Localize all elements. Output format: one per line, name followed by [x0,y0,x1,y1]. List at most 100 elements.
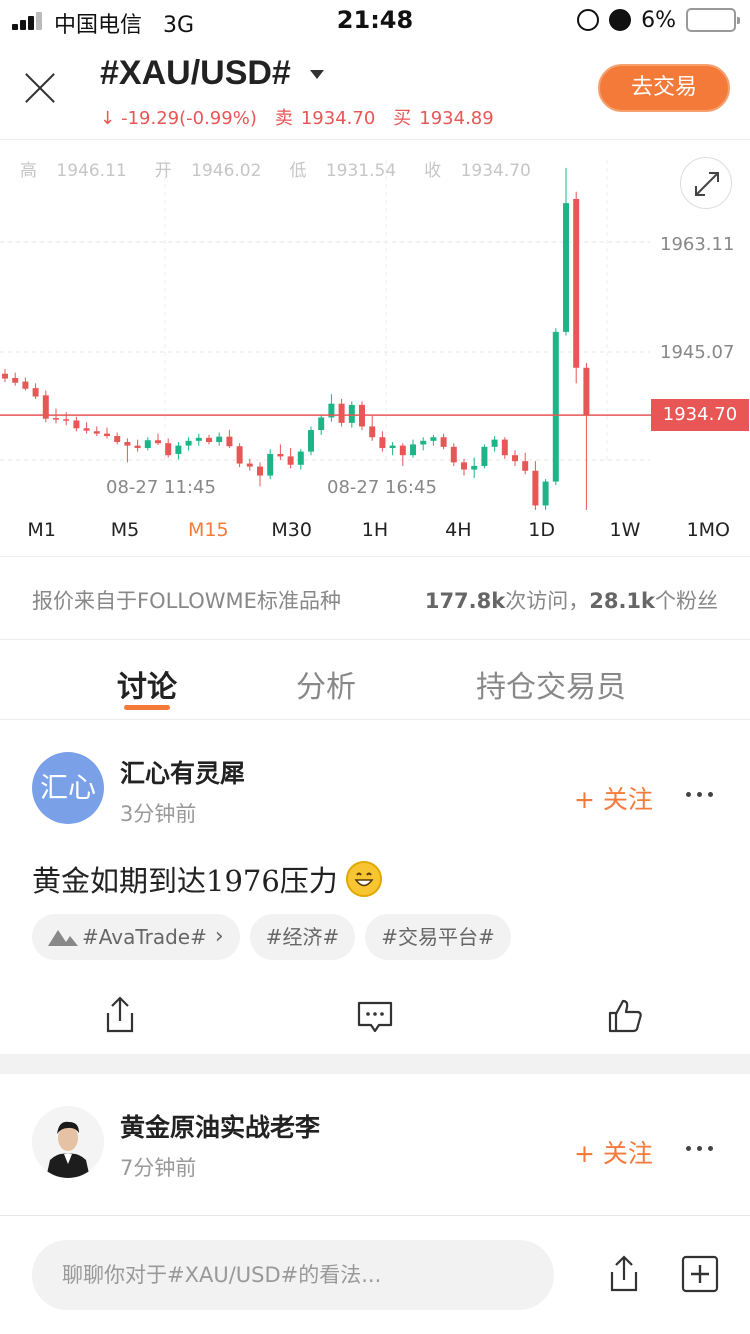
x-tick-label: 08-27 16:45 [327,477,437,498]
candle-body [12,377,19,383]
ohlc-readout: 高 1946.11 开 1946.02 低 1931.54 收 1934.70 [20,161,531,181]
candle-body [236,446,243,464]
price-chart[interactable]: 高 1946.11 开 1946.02 低 1931.54 收 1934.70 196… [0,140,750,510]
timeframe-m30[interactable]: M30 [250,510,333,554]
tag-economy[interactable]: #经济# [249,914,356,960]
like-icon[interactable] [605,995,645,1035]
candle-body [206,437,212,443]
ohlc-high: 1946.11 [56,161,127,181]
comment-input[interactable]: 聊聊你对于#XAU/USD#的看法... [32,1240,554,1310]
candle-body [22,381,29,389]
candle-body [420,440,427,445]
share-icon[interactable] [100,995,140,1035]
candle-body [63,419,70,421]
candle-body [430,437,437,441]
candle-body [542,481,549,506]
timeframe-selector: M1 M5 M15 M30 1H 4H 1D 1W 1MO [0,510,750,554]
more-icon[interactable] [686,1146,714,1154]
avatrade-logo-icon [48,930,78,946]
candle-body [379,437,386,449]
candle-body [124,442,131,446]
tab-analysis[interactable]: 分析 [296,662,356,706]
candle-body [338,403,345,423]
candle-body [226,436,233,447]
candle-body [522,461,529,471]
candle-body [195,437,202,441]
battery-icon [686,8,740,32]
sell-price: 1934.70 [300,108,376,129]
candle-body [246,463,253,467]
add-post-icon[interactable] [680,1254,720,1294]
avatar[interactable]: 汇心 [32,752,104,824]
candle-body [532,470,539,506]
timeframe-m5[interactable]: M5 [83,510,166,554]
more-icon[interactable] [686,792,714,800]
quote-line: ↓ -19.29(-0.99%) 卖 1934.70 买 1934.89 [100,104,512,130]
bottom-bar: 聊聊你对于#XAU/USD#的看法... [0,1215,750,1334]
candle-body [308,430,314,452]
candle-body [512,455,518,462]
grin-emoji-icon [345,861,382,897]
candle-body [165,443,172,456]
sell-label: 卖 [274,108,293,129]
close-icon[interactable] [24,72,56,104]
status-right: 6% [577,6,740,34]
timeframe-1w[interactable]: 1W [583,510,666,554]
separator [0,1054,750,1074]
trade-button[interactable]: 去交易 [598,64,730,112]
candle-body [440,437,447,447]
timeframe-1mo[interactable]: 1MO [667,510,750,554]
timeframe-m1[interactable]: M1 [0,510,83,554]
candle-body [491,439,498,447]
timeframe-m15[interactable]: M15 [167,510,250,554]
status-bar: 中国电信 3G 21:48 6% [0,0,750,40]
chevron-down-icon[interactable] [310,70,324,79]
avatar[interactable] [32,1106,104,1178]
candle-body [563,203,569,332]
post-card: 汇心 汇心有灵犀 3分钟前 + 关注 黄金如期到达1976压力 #AvaTrad… [0,720,750,1054]
candle-body [573,198,580,368]
y-tick-label: 1963.11 [660,234,735,255]
candle-body [2,373,8,379]
tag-trading-platform[interactable]: #交易平台# [365,914,511,960]
candle-body [552,331,559,482]
comment-icon[interactable] [355,995,395,1035]
candle-body [297,451,304,465]
candle-body [287,456,294,465]
timeframe-1d[interactable]: 1D [500,510,583,554]
candle-body [83,428,90,431]
content-tabs: 讨论 分析 持仓交易员 [0,642,750,720]
candle-body [461,462,467,470]
candle-body [399,445,406,456]
candle-body [348,404,355,423]
fans-count: 28.1k [589,589,655,613]
expand-icon[interactable] [680,157,732,209]
rotation-lock-icon [577,9,600,31]
follow-button[interactable]: + 关注 [574,780,653,816]
candle-body [144,440,151,449]
y-tick-label: 1945.07 [660,342,735,363]
candle-body [318,417,325,431]
candle-body [114,436,121,443]
timeframe-4h[interactable]: 4H [417,510,500,554]
candle-body [410,444,416,456]
ohlc-close: 1934.70 [460,161,531,181]
buy-price: 1934.89 [419,108,494,129]
tab-traders[interactable]: 持仓交易员 [476,662,626,706]
ohlc-open: 1946.02 [191,161,262,181]
candle-body [369,426,376,438]
timeframe-1h[interactable]: 1H [333,510,416,554]
follow-button[interactable]: + 关注 [574,1134,653,1170]
candle-body [104,433,110,437]
stats: 177.8k次访问，28.1k个粉丝 [424,589,718,613]
symbol-title[interactable]: #XAU/USD# [100,54,291,93]
tag-row: #AvaTrade# › #经济# #交易平台# [32,914,511,960]
candle-body [501,439,508,456]
author-name[interactable]: 汇心有灵犀 [120,754,245,790]
candle-body [389,445,396,449]
price-change: -19.29(-0.99%) [121,108,257,129]
share-icon[interactable] [604,1254,644,1294]
author-name[interactable]: 黄金原油实战老李 [120,1108,320,1144]
tab-discussion[interactable]: 讨论 [117,662,177,706]
tag-avatrade[interactable]: #AvaTrade# › [32,914,240,960]
